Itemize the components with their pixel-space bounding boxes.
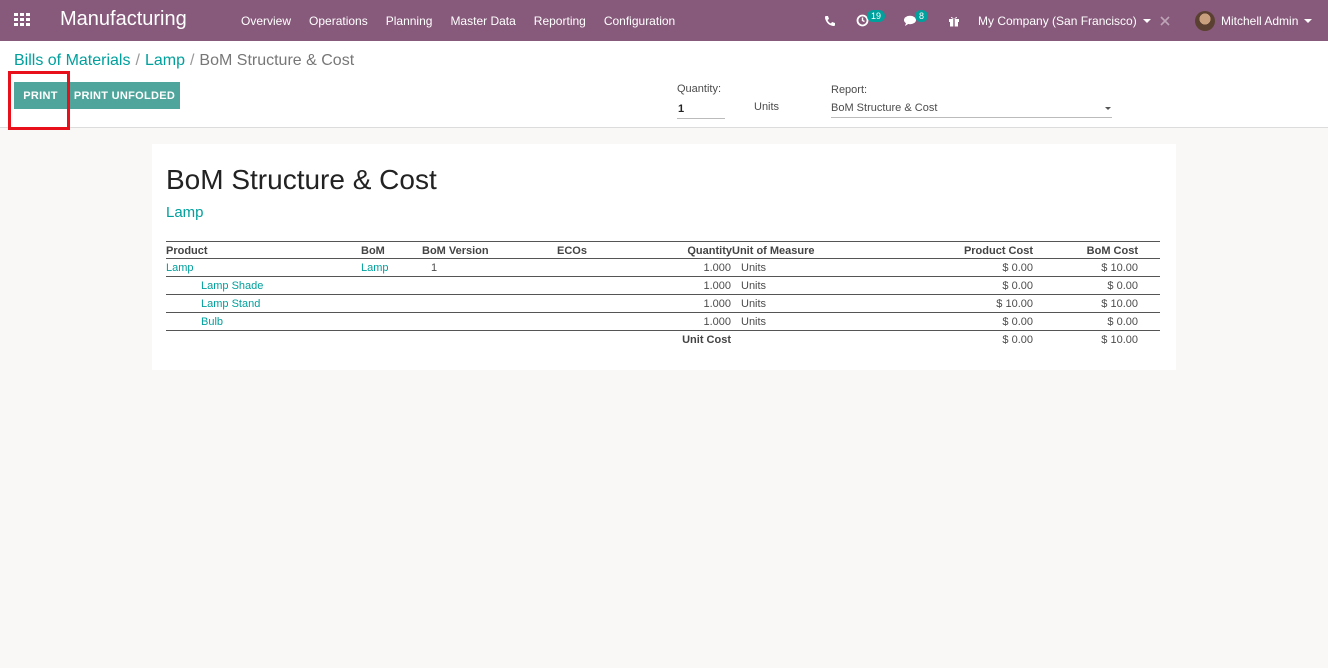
messages-menu[interactable]: 8 [903, 0, 929, 41]
avatar [1195, 10, 1215, 31]
row-product-cost: $ 0.00 [1002, 262, 1033, 274]
row-uom: Units [741, 262, 767, 274]
table-row: Bulb 1.000 Units $ 0.00 $ 0.00 [166, 313, 1160, 331]
gift-icon[interactable] [948, 0, 960, 41]
activity-count-badge: 19 [867, 9, 886, 22]
breadcrumb: Bills of Materials / Lamp / BoM Structure & … [14, 52, 355, 69]
company-switcher[interactable]: My Company (San Francisco) [978, 0, 1151, 41]
header-product: Product [166, 245, 208, 257]
top-navbar: Manufacturing Overview Operations Planni… [0, 0, 1328, 41]
report-product-link[interactable]: Lamp [166, 204, 204, 221]
table-row: Lamp Lamp 1 1.000 Units $ 0.00 $ 10.00 [166, 259, 1160, 277]
row-bom-cost: $ 0.00 [1107, 316, 1138, 328]
header-bom-version: BoM Version [422, 245, 489, 257]
row-quantity: 1.000 [703, 316, 731, 328]
report-title: BoM Structure & Cost [166, 164, 437, 195]
header-bom: BoM [361, 245, 385, 257]
activity-menu[interactable]: 19 [856, 0, 886, 41]
report-label: Report: [831, 84, 868, 96]
header-uom: Unit of Measure [732, 245, 815, 257]
row-product-link[interactable]: Lamp Stand [201, 298, 260, 310]
print-unfolded-button[interactable]: PRINT UNFOLDED [69, 82, 180, 109]
close-icon[interactable] [1160, 0, 1170, 41]
table-row: Lamp Shade 1.000 Units $ 0.00 $ 0.00 [166, 277, 1160, 295]
header-product-cost: Product Cost [963, 245, 1033, 257]
row-quantity: 1.000 [703, 280, 731, 292]
row-product-link[interactable]: Bulb [201, 316, 223, 328]
report-select-value: BoM Structure & Cost [831, 102, 938, 114]
row-bom-cost: $ 10.00 [1101, 298, 1138, 310]
total-label: Unit Cost [682, 334, 731, 346]
breadcrumb-current: BoM Structure & Cost [199, 52, 355, 69]
row-product-cost: $ 0.00 [1002, 280, 1033, 292]
row-quantity: 1.000 [703, 262, 731, 274]
app-title[interactable]: Manufacturing [60, 8, 187, 31]
apps-grid-icon[interactable] [14, 13, 31, 27]
company-name: My Company (San Francisco) [978, 13, 1137, 28]
message-count-badge: 8 [915, 9, 929, 22]
row-uom: Units [741, 280, 767, 292]
chevron-down-icon [1105, 107, 1111, 110]
row-bom-cost: $ 10.00 [1101, 262, 1138, 274]
row-product-cost: $ 10.00 [996, 298, 1033, 310]
breadcrumb-bills-of-materials[interactable]: Bills of Materials [14, 52, 130, 69]
row-quantity: 1.000 [703, 298, 731, 310]
report-sheet: BoM Structure & Cost Lamp Product BoM Bo… [152, 144, 1176, 370]
total-bom-cost: $ 10.00 [1101, 334, 1138, 346]
bom-table: Product BoM BoM Version ECOs Quantity Un… [166, 241, 1160, 349]
menu-reporting[interactable]: Reporting [534, 14, 586, 28]
total-product-cost: $ 0.00 [1002, 334, 1033, 346]
menu-planning[interactable]: Planning [386, 14, 433, 28]
main-menu: Overview Operations Planning Master Data… [241, 0, 693, 41]
row-uom: Units [741, 316, 767, 328]
header-ecos: ECOs [557, 245, 587, 257]
row-product-link[interactable]: Lamp [166, 262, 194, 274]
breadcrumb-lamp[interactable]: Lamp [145, 52, 185, 69]
menu-master-data[interactable]: Master Data [450, 14, 515, 28]
highlight-box [8, 71, 70, 130]
row-version: 1 [431, 262, 438, 274]
user-menu[interactable]: Mitchell Admin [1195, 0, 1313, 41]
control-panel: Bills of Materials / Lamp / BoM Structure & … [0, 41, 1328, 128]
quantity-input[interactable] [677, 100, 725, 119]
chevron-down-icon [1142, 18, 1151, 23]
user-name: Mitchell Admin [1221, 13, 1299, 28]
units-label: Units [754, 101, 780, 113]
menu-overview[interactable]: Overview [241, 14, 291, 28]
row-uom: Units [741, 298, 767, 310]
total-row: Unit Cost $ 0.00 $ 10.00 [166, 331, 1160, 349]
menu-configuration[interactable]: Configuration [604, 14, 675, 28]
table-row: Lamp Stand 1.000 Units $ 10.00 $ 10.00 [166, 295, 1160, 313]
quantity-label: Quantity: [677, 83, 722, 95]
row-bom-link[interactable]: Lamp [361, 262, 389, 274]
row-product-cost: $ 0.00 [1002, 316, 1033, 328]
menu-operations[interactable]: Operations [309, 14, 368, 28]
row-bom-cost: $ 0.00 [1107, 280, 1138, 292]
header-quantity: Quantity [687, 245, 732, 257]
phone-icon[interactable] [824, 0, 836, 41]
header-bom-cost: BoM Cost [1086, 245, 1138, 257]
table-header: Product BoM BoM Version ECOs Quantity Un… [166, 241, 1160, 259]
report-select[interactable]: BoM Structure & Cost [831, 99, 1112, 118]
chevron-down-icon [1304, 18, 1313, 23]
row-product-link[interactable]: Lamp Shade [201, 280, 263, 292]
